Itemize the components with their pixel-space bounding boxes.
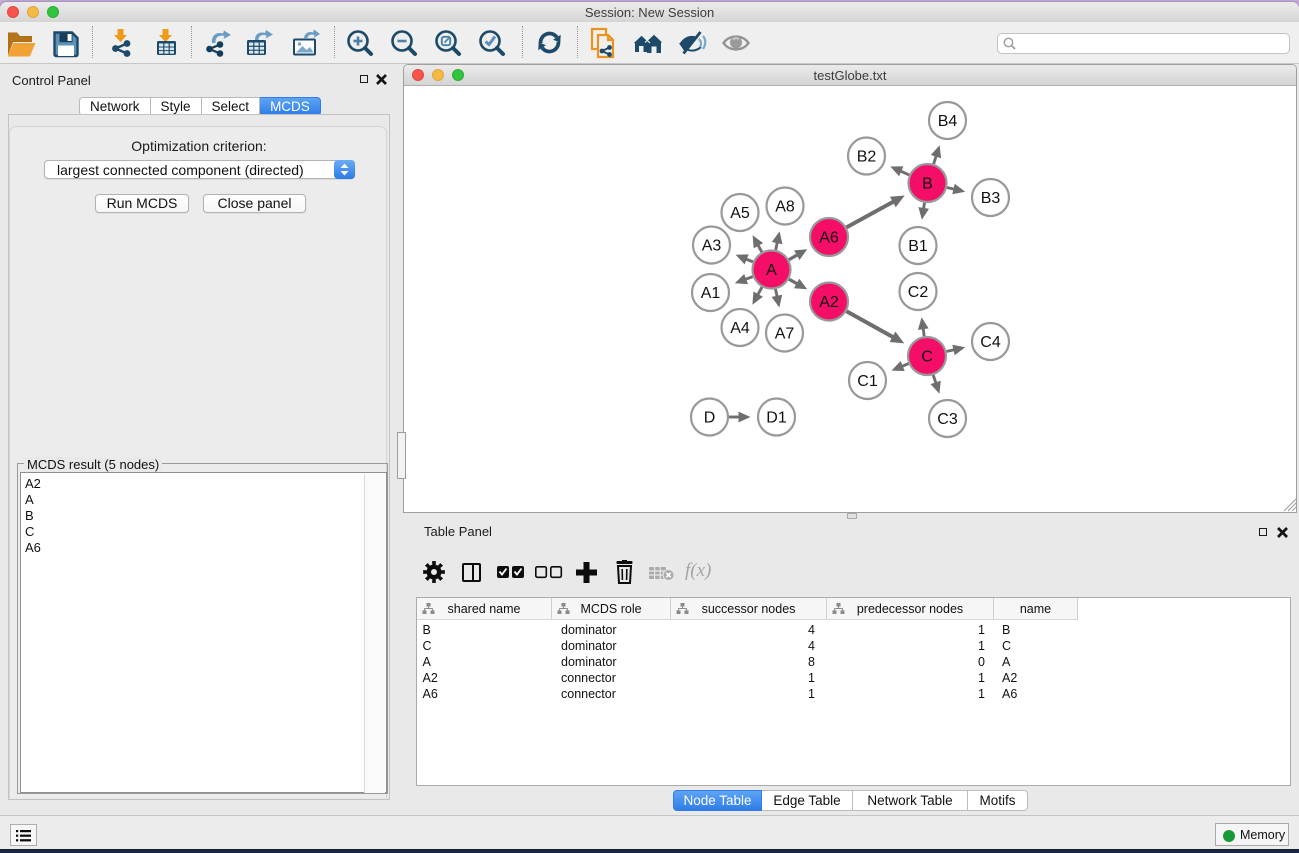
svg-text:C3: C3 bbox=[937, 411, 958, 428]
svg-text:A2: A2 bbox=[819, 294, 839, 311]
svg-text:B: B bbox=[922, 176, 933, 193]
svg-text:A6: A6 bbox=[819, 230, 839, 247]
svg-text:C1: C1 bbox=[857, 373, 878, 390]
svg-text:D1: D1 bbox=[766, 410, 787, 427]
svg-text:B2: B2 bbox=[857, 149, 877, 166]
svg-text:A5: A5 bbox=[730, 205, 750, 222]
svg-text:A3: A3 bbox=[702, 238, 722, 255]
svg-text:A8: A8 bbox=[775, 199, 795, 216]
svg-text:A7: A7 bbox=[775, 326, 795, 343]
svg-text:B4: B4 bbox=[938, 113, 958, 130]
svg-text:B1: B1 bbox=[908, 238, 928, 255]
svg-text:A1: A1 bbox=[701, 285, 721, 302]
svg-text:A4: A4 bbox=[730, 320, 750, 337]
svg-text:B3: B3 bbox=[981, 190, 1001, 207]
svg-text:C: C bbox=[921, 349, 933, 366]
svg-text:C2: C2 bbox=[908, 284, 929, 301]
svg-text:D: D bbox=[704, 410, 716, 427]
svg-text:C4: C4 bbox=[980, 334, 1001, 351]
svg-text:A: A bbox=[766, 262, 777, 279]
